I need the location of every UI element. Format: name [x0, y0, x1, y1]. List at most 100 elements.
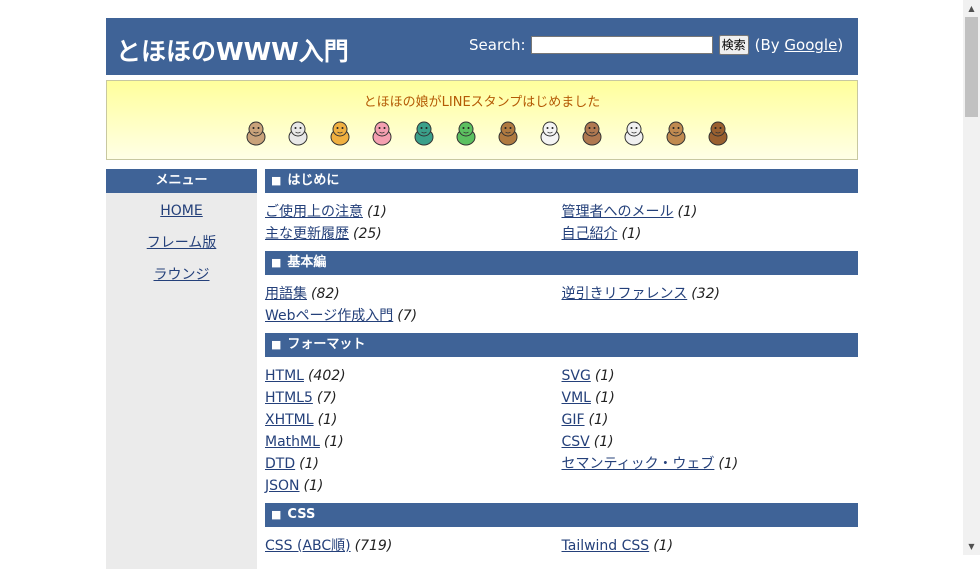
dog-sticker-icon[interactable]: [655, 117, 697, 149]
link-cell: HTML (402): [265, 365, 562, 387]
sidebar-item-lounge[interactable]: ラウンジ: [106, 259, 257, 291]
topic-link[interactable]: 自己紹介: [562, 226, 618, 242]
topic-link[interactable]: DTD: [265, 456, 295, 472]
square-bullet-icon: ■: [271, 256, 282, 269]
link-row: XHTML (1) GIF (1): [265, 409, 858, 431]
horse-sticker-icon-graphic: [498, 121, 518, 146]
topic-count: (1): [299, 456, 319, 472]
topic-link[interactable]: JSON: [265, 478, 300, 494]
topic-count: (1): [653, 538, 674, 554]
sticker-row: [235, 117, 739, 149]
snake-sticker-icon[interactable]: [445, 117, 487, 149]
topic-count: (1): [718, 456, 739, 472]
dragon-sticker-icon[interactable]: [403, 117, 445, 149]
search-area: Search: 検索 (By Google): [469, 35, 843, 55]
topic-link[interactable]: GIF: [562, 412, 585, 428]
section-title: CSS: [287, 507, 316, 522]
topic-link[interactable]: セマンティック・ウェブ: [562, 456, 715, 472]
link-cell: 自己紹介 (1): [562, 223, 859, 245]
sidebar-item-frame[interactable]: フレーム版: [106, 227, 257, 259]
boar-sticker-icon[interactable]: [697, 117, 739, 149]
topic-link[interactable]: HTML5: [265, 390, 313, 406]
rabbit-sticker-icon-graphic: [372, 121, 392, 146]
link-cell: 逆引きリファレンス (32): [562, 283, 859, 305]
link-cell: SVG (1): [562, 365, 859, 387]
link-row: Webページ作成入門 (7): [265, 305, 858, 327]
link-cell: CSV (1): [562, 431, 859, 453]
tiger-sticker-icon[interactable]: [319, 117, 361, 149]
square-bullet-icon: ■: [271, 338, 282, 351]
link-row: 主な更新履歴 (25) 自己紹介 (1): [265, 223, 858, 245]
link-cell: GIF (1): [562, 409, 859, 431]
search-label: Search:: [469, 36, 526, 54]
link-row: MathML (1) CSV (1): [265, 431, 858, 453]
section-title: フォーマット: [287, 337, 366, 352]
link-cell: 用語集 (82): [265, 283, 562, 305]
topic-link[interactable]: 逆引きリファレンス: [562, 286, 688, 302]
link-row: 用語集 (82) 逆引きリファレンス (32): [265, 283, 858, 305]
topic-count: (7): [397, 308, 418, 324]
boar-sticker-icon-graphic: [708, 121, 728, 146]
horse-sticker-icon[interactable]: [487, 117, 529, 149]
topic-link[interactable]: VML: [562, 390, 591, 406]
section-title: はじめに: [287, 173, 340, 188]
topic-link[interactable]: 管理者へのメール: [562, 204, 674, 220]
topic-link[interactable]: 主な更新履歴: [265, 226, 349, 242]
topic-link[interactable]: SVG: [562, 368, 591, 384]
link-cell: [562, 475, 859, 497]
vertical-scrollbar[interactable]: ▲ ▼: [963, 0, 980, 555]
link-row: DTD (1) セマンティック・ウェブ (1): [265, 453, 858, 475]
line-stamp-banner[interactable]: とほほの娘がLINEスタンプはじめました: [106, 80, 858, 160]
section-heading: ■ 基本編: [265, 251, 858, 275]
topic-link[interactable]: HTML: [265, 368, 304, 384]
link-cell: 主な更新履歴 (25): [265, 223, 562, 245]
section-title: 基本編: [287, 255, 327, 270]
topic-count: (1): [323, 434, 344, 450]
topic-link[interactable]: MathML: [265, 434, 320, 450]
scroll-thumb[interactable]: [965, 17, 978, 117]
site-title[interactable]: とほほのWWW入門: [116, 32, 349, 68]
topic-count: (82): [311, 286, 340, 302]
topic-link[interactable]: XHTML: [265, 412, 314, 428]
link-cell: Tailwind CSS (1): [562, 535, 859, 557]
square-bullet-icon: ■: [271, 174, 282, 187]
section-heading: ■ はじめに: [265, 169, 858, 193]
dragon-sticker-icon-graphic: [414, 121, 434, 146]
site-header: とほほのWWW入門 Search: 検索 (By Google): [106, 18, 858, 75]
topic-count: (1): [621, 226, 642, 242]
sidebar-item-home[interactable]: HOME: [106, 195, 257, 227]
section-links: HTML (402) SVG (1) HTML5 (7) VML (1) XHTML (1) GIF…: [265, 357, 858, 503]
search-input[interactable]: [530, 36, 713, 54]
sidebar-heading: メニュー: [106, 169, 257, 193]
rooster-sticker-icon[interactable]: [613, 117, 655, 149]
topic-link[interactable]: Webページ作成入門: [265, 308, 393, 324]
scroll-down-arrow-icon[interactable]: ▼: [963, 538, 980, 555]
link-cell: HTML5 (7): [265, 387, 562, 409]
section-heading: ■ CSS: [265, 503, 858, 527]
topic-count: (1): [303, 478, 324, 494]
banner-text[interactable]: とほほの娘がLINEスタンプはじめました: [107, 91, 857, 110]
topic-link[interactable]: CSV: [562, 434, 590, 450]
topic-link[interactable]: 用語集: [265, 286, 307, 302]
square-bullet-icon: ■: [271, 508, 282, 521]
rabbit-sticker-icon[interactable]: [361, 117, 403, 149]
cow-sticker-icon[interactable]: [277, 117, 319, 149]
topic-count: (719): [354, 538, 393, 554]
google-link[interactable]: Google: [784, 36, 837, 54]
topic-count: (25): [353, 226, 382, 242]
topic-count: (1): [367, 204, 387, 220]
scroll-up-arrow-icon[interactable]: ▲: [963, 0, 980, 17]
sheep-sticker-icon[interactable]: [529, 117, 571, 149]
topic-link[interactable]: Tailwind CSS: [562, 538, 650, 554]
mouse-sticker-icon[interactable]: [235, 117, 277, 149]
topic-link[interactable]: ご使用上の注意: [265, 204, 363, 220]
link-row: HTML5 (7) VML (1): [265, 387, 858, 409]
search-button[interactable]: 検索: [718, 35, 749, 55]
sidebar-menu: HOME フレーム版 ラウンジ: [106, 193, 257, 291]
topic-link[interactable]: CSS (ABC順): [265, 538, 351, 554]
cow-sticker-icon-graphic: [288, 121, 308, 146]
topic-count: (32): [691, 286, 720, 302]
link-cell: XHTML (1): [265, 409, 562, 431]
monkey-sticker-icon[interactable]: [571, 117, 613, 149]
tiger-sticker-icon-graphic: [330, 121, 350, 146]
